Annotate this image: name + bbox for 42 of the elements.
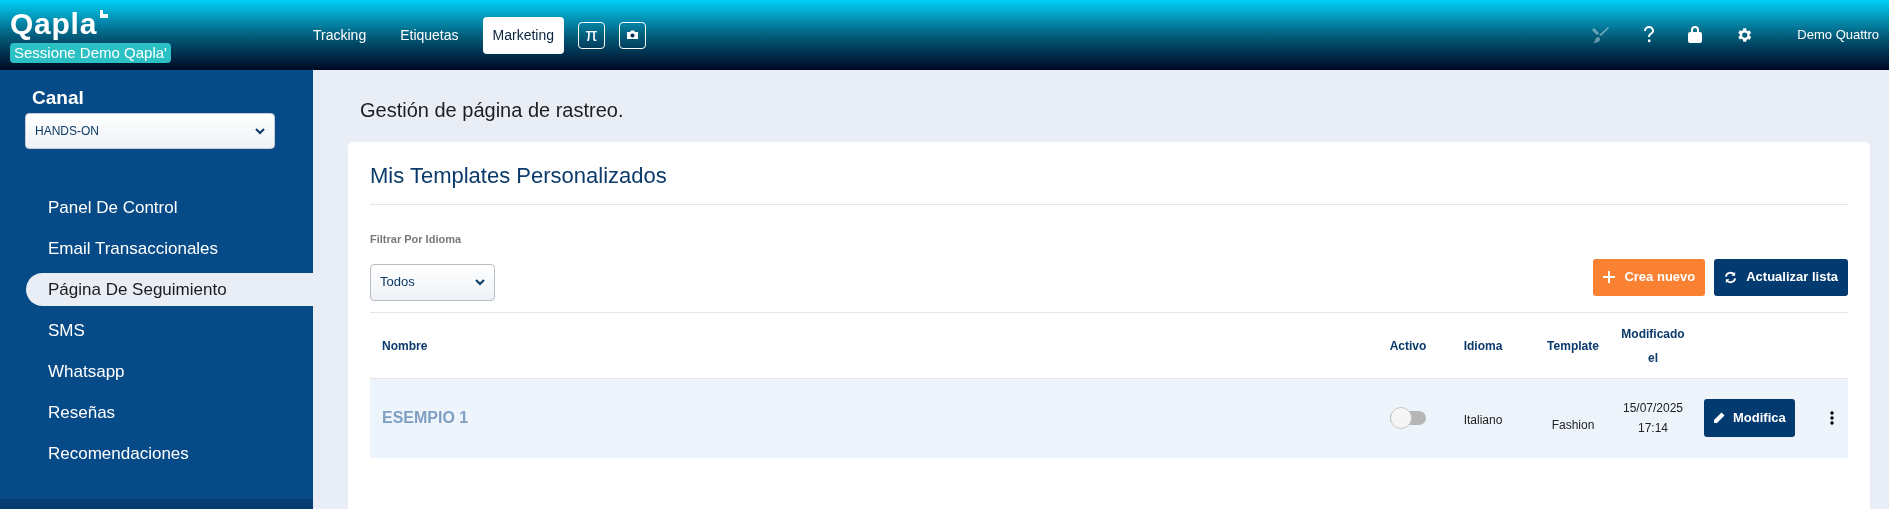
- sidebar-item[interactable]: Reseñas: [26, 396, 313, 429]
- help-icon[interactable]: [1643, 26, 1656, 44]
- shopping-bag-icon[interactable]: [1687, 26, 1704, 44]
- pencil-icon: [1713, 412, 1725, 424]
- edit-button[interactable]: Modifica: [1704, 399, 1795, 437]
- template-name: ESEMPIO 1: [382, 409, 469, 426]
- session-badge: Sessione Demo Qapla': [10, 43, 171, 63]
- sidebar-item[interactable]: Panel De Control: [26, 191, 313, 224]
- channel-label: Canal: [32, 87, 85, 109]
- sidebar-item[interactable]: Email Transaccionales: [26, 232, 313, 265]
- camera-icon: [626, 30, 639, 40]
- table-cell: Italiano: [1463, 412, 1503, 427]
- chevron-down-icon: [255, 127, 265, 135]
- plus-icon: [1603, 271, 1616, 283]
- refresh-icon: [1724, 270, 1738, 284]
- nav-tab[interactable]: Marketing: [482, 16, 564, 54]
- page-title: Gestión de página de rastreo.: [360, 98, 625, 122]
- sidebar-item[interactable]: SMS: [26, 314, 313, 347]
- column-header: Idioma: [1463, 339, 1503, 353]
- pi-button[interactable]: π: [578, 21, 605, 49]
- language-select[interactable]: Todos: [370, 263, 495, 301]
- user-name[interactable]: Demo Quattro: [1797, 25, 1879, 45]
- card-title: Mis Templates Personalizados: [370, 162, 668, 190]
- sidebar-item[interactable]: Whatsapp: [26, 355, 313, 388]
- table-cell: Fashion: [1551, 418, 1595, 432]
- sidebar-item[interactable]: Recomendaciones: [26, 437, 313, 470]
- more-options-icon[interactable]: [1830, 411, 1834, 425]
- logo-text: Qapla: [10, 7, 98, 41]
- nav-tab[interactable]: Etiquetas: [390, 16, 469, 54]
- sidebar-item[interactable]: Página De Seguimiento: [26, 273, 313, 306]
- nav-tab[interactable]: Tracking: [303, 16, 377, 54]
- logo-mark-icon: [99, 9, 110, 19]
- refresh-button[interactable]: Actualizar lista: [1714, 258, 1848, 296]
- filter-label: Filtrar Por Idioma: [370, 232, 463, 247]
- table-cell-text: 15/07/2025 17:14: [1621, 400, 1685, 437]
- column-header: Modificado el: [1621, 327, 1685, 365]
- chevron-down-icon: [475, 278, 485, 286]
- column-header: Template: [1547, 339, 1599, 353]
- column-header: Nombre: [382, 339, 428, 353]
- column-header: Activo: [1389, 339, 1427, 353]
- camera-button[interactable]: [619, 21, 646, 49]
- channel-select[interactable]: HANDS-ON: [25, 113, 275, 149]
